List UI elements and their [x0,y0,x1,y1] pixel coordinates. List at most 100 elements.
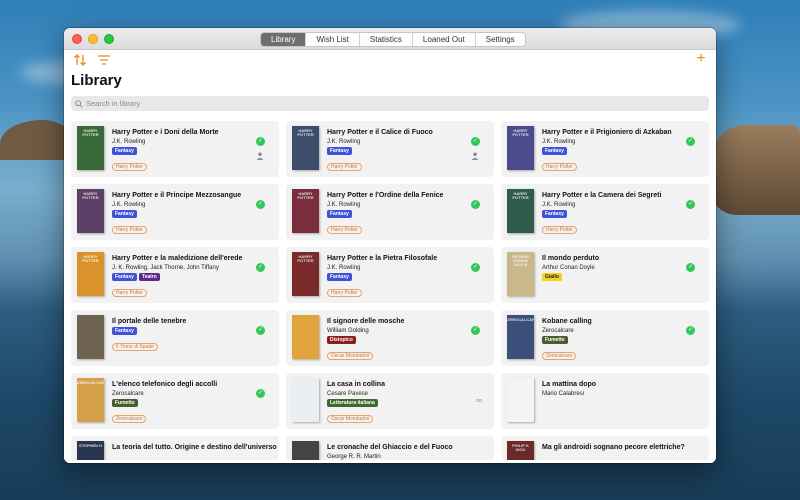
cover-text: HARRY POTTER [297,254,314,263]
book-grid: HARRY POTTER Harry Potter e i Doni della … [71,121,711,460]
cover-text: ARTHUR CONAN DOYLE [512,254,529,267]
read-check-icon: ✓ [686,326,695,335]
book-info: Kobane calling Zerocalcare Fumetto Zerocalc… [542,317,688,361]
tab-settings[interactable]: Settings [476,33,525,46]
genre-tags: Distopico [327,336,473,344]
cover-text: HARRY POTTER [297,191,314,200]
book-author: George R. R. Martin [327,454,381,460]
book-card[interactable]: HARRY POTTER Harry Potter e il Prigionier… [501,121,709,177]
genre-tag: Distopico [327,336,356,344]
book-card[interactable]: HARRY POTTER Harry Potter e il Calice di … [286,121,494,177]
book-cover: PHILIP K DICK [507,441,534,460]
genre-tag: Fantasy [542,147,567,155]
read-check-icon: ✓ [686,200,695,209]
genre-tags: Fantasy [327,147,473,155]
sort-icon[interactable] [73,53,87,67]
book-card[interactable]: HARRY POTTER Harry Potter e i Doni della … [71,121,279,177]
tab-wish-list[interactable]: Wish List [306,33,360,46]
book-info: Harry Potter e il Prigioniero di Azkaban… [542,128,688,172]
book-info: Harry Potter e la Pietra Filosofale J.K. … [327,254,473,298]
tab-loaned-out[interactable]: Loaned Out [413,33,476,46]
book-cover [292,441,319,460]
title-bar: Library Wish List Statistics Loaned Out Sett… [64,28,716,50]
series-badge: Harry Potter [542,163,577,171]
app-window: Library Wish List Statistics Loaned Out Sett… [64,28,716,463]
book-card[interactable]: Le cronache del Ghiaccio e del Fuoco Geor… [286,436,494,460]
minimize-button[interactable] [88,34,98,44]
book-info: Il portale delle tenebre Fantasy Il Trono … [112,317,258,361]
book-author: J.K. Rowling [542,202,576,208]
read-check-icon: ✓ [686,263,695,272]
genre-tag: Fantasy [542,210,567,218]
book-card[interactable]: ZEROCALCARE Kobane calling Zerocalcare Fume… [501,310,709,366]
series-badge: Harry Potter [542,226,577,234]
cover-text: HARRY POTTER [82,191,99,200]
book-card[interactable]: La mattina dopo Mario Calabresi [501,373,709,429]
cover-text: HARRY POTTER [297,128,314,137]
book-cover: HARRY POTTER [507,189,534,233]
book-author: Cesare Pavese [327,391,369,397]
tab-bar: Library Wish List Statistics Loaned Out Sett… [260,32,526,47]
cover-text: HARRY POTTER [512,191,529,200]
book-title: Harry Potter e il Principe Mezzosangue [112,192,242,199]
wallpaper-rock [0,120,70,160]
book-card[interactable]: HARRY POTTER Harry Potter e la Pietra Fil… [286,247,494,303]
book-info: Harry Potter e la Camera dei Segreti J.K.… [542,191,688,235]
genre-tag: Fumetto [112,399,138,407]
book-card[interactable]: HARRY POTTER Harry Potter e il Principe M… [71,184,279,240]
book-title: Il portale delle tenebre [112,318,187,325]
close-button[interactable] [72,34,82,44]
read-check-icon: ✓ [256,200,265,209]
genre-tags: Giallo [542,273,688,281]
series-badge: Harry Potter [327,163,362,171]
series-badge: Oscar Mondadori [327,352,374,360]
book-card[interactable]: Il signore delle mosche William Golding Di… [286,310,494,366]
reading-glasses-icon: ∞ [476,396,482,405]
book-title: La mattina dopo [542,381,597,388]
genre-tags: Letteratura italiana [327,399,473,407]
series-badge: Zerocalcare [112,415,147,423]
book-card[interactable]: La casa in collina Cesare Pavese Letteratu… [286,373,494,429]
book-title: Harry Potter e la Camera dei Segreti [542,192,662,199]
cover-text: ZEROCALCARE [507,317,534,322]
book-cover: HARRY POTTER [292,189,319,233]
add-book-button[interactable]: + [694,51,708,67]
book-info: La casa in collina Cesare Pavese Letteratu… [327,380,473,424]
book-card[interactable]: PHILIP K DICK Ma gli androidi sognano pec… [501,436,709,460]
book-author: J.K. Rowling [112,139,146,145]
page-title: Library [71,72,122,89]
book-cover [507,378,534,422]
book-title: Ma gli androidi sognano pecore elettrich… [542,444,685,451]
read-check-icon: ✓ [471,263,480,272]
genre-tag: Fantasy [112,210,137,218]
genre-tag: Giallo [542,273,562,281]
book-card[interactable]: HARRY POTTER Harry Potter e l'Ordine dell… [286,184,494,240]
search-input[interactable] [86,99,686,108]
zoom-button[interactable] [104,34,114,44]
book-info: La mattina dopo Mario Calabresi [542,380,688,424]
book-title: Il signore delle mosche [327,318,405,325]
book-cover [292,378,319,422]
genre-tag: Fantasy [327,210,352,218]
wallpaper-cliff [710,125,800,215]
window-controls [72,34,114,44]
book-info: L'elenco telefonico degli accolli Zerocal… [112,380,258,424]
book-card[interactable]: ZEROCALCARE L'elenco telefonico degli acc… [71,373,279,429]
cover-text: STEPHEN H [79,443,102,448]
book-card[interactable]: HARRY POTTER Harry Potter e la Camera dei… [501,184,709,240]
book-author: J.K. Rowling [112,202,146,208]
tab-library[interactable]: Library [261,33,307,46]
genre-tags: Fantasy [327,210,473,218]
filter-icon[interactable] [97,54,111,66]
genre-tags: Fantasy [542,147,688,155]
tab-statistics[interactable]: Statistics [360,33,413,46]
search-bar[interactable] [71,96,709,111]
book-card[interactable]: Il portale delle tenebre Fantasy Il Trono … [71,310,279,366]
book-card[interactable]: STEPHEN H La teoria del tutto. Origine e … [71,436,279,460]
book-card[interactable]: HARRY POTTER Harry Potter e la maledizion… [71,247,279,303]
book-author: Arthur Conan Doyle [542,265,595,271]
book-cover: ARTHUR CONAN DOYLE [507,252,534,296]
book-author: J.K. Rowling [542,139,576,145]
genre-tag: Fantasy [327,273,352,281]
book-card[interactable]: ARTHUR CONAN DOYLE Il mondo perduto Arthur… [501,247,709,303]
